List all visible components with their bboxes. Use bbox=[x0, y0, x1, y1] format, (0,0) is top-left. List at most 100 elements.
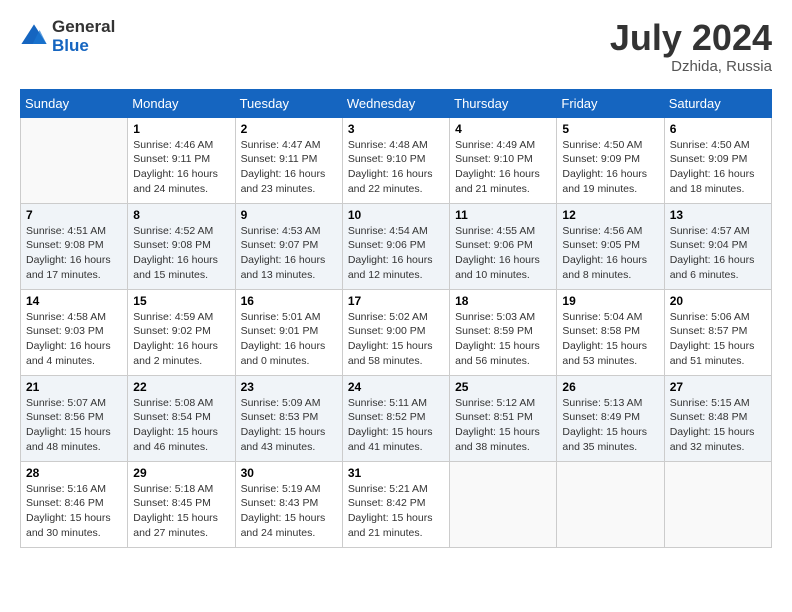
day-info: Sunrise: 4:48 AM Sunset: 9:10 PM Dayligh… bbox=[348, 138, 444, 197]
calendar-cell: 31 Sunrise: 5:21 AM Sunset: 8:42 PM Dayli… bbox=[342, 461, 449, 547]
calendar-cell: 25 Sunrise: 5:12 AM Sunset: 8:51 PM Dayli… bbox=[450, 375, 557, 461]
day-info: Sunrise: 5:19 AM Sunset: 8:43 PM Dayligh… bbox=[241, 482, 337, 541]
day-info: Sunrise: 5:01 AM Sunset: 9:01 PM Dayligh… bbox=[241, 310, 337, 369]
logo-blue: Blue bbox=[52, 37, 115, 56]
day-info: Sunrise: 4:51 AM Sunset: 9:08 PM Dayligh… bbox=[26, 224, 122, 283]
day-info: Sunrise: 5:12 AM Sunset: 8:51 PM Dayligh… bbox=[455, 396, 551, 455]
calendar: SundayMondayTuesdayWednesdayThursdayFrid… bbox=[20, 89, 772, 548]
calendar-cell: 3 Sunrise: 4:48 AM Sunset: 9:10 PM Daylig… bbox=[342, 117, 449, 203]
day-number: 24 bbox=[348, 380, 444, 394]
day-number: 10 bbox=[348, 208, 444, 222]
month-year: July 2024 bbox=[610, 18, 772, 58]
day-number: 13 bbox=[670, 208, 766, 222]
calendar-cell: 20Sunrise: 5:06 AM Sunset: 8:57 PM Dayli… bbox=[664, 289, 771, 375]
day-number: 26 bbox=[562, 380, 658, 394]
day-info: Sunrise: 4:58 AM Sunset: 9:03 PM Dayligh… bbox=[26, 310, 122, 369]
day-number: 6 bbox=[670, 122, 766, 136]
day-number: 28 bbox=[26, 466, 122, 480]
calendar-cell: 24 Sunrise: 5:11 AM Sunset: 8:52 PM Dayli… bbox=[342, 375, 449, 461]
day-number: 1 bbox=[133, 122, 229, 136]
weekday-header-thursday: Thursday bbox=[450, 89, 557, 117]
day-info: Sunrise: 4:56 AM Sunset: 9:05 PM Dayligh… bbox=[562, 224, 658, 283]
day-number: 15 bbox=[133, 294, 229, 308]
day-info: Sunrise: 4:50 AM Sunset: 9:09 PM Dayligh… bbox=[562, 138, 658, 197]
calendar-cell: 28 Sunrise: 5:16 AM Sunset: 8:46 PM Dayli… bbox=[21, 461, 128, 547]
calendar-cell bbox=[664, 461, 771, 547]
day-number: 16 bbox=[241, 294, 337, 308]
calendar-week-3: 14 Sunrise: 4:58 AM Sunset: 9:03 PM Dayli… bbox=[21, 289, 772, 375]
day-info: Sunrise: 4:50 AM Sunset: 9:09 PM Dayligh… bbox=[670, 138, 766, 197]
calendar-cell: 27Sunrise: 5:15 AM Sunset: 8:48 PM Dayli… bbox=[664, 375, 771, 461]
calendar-cell: 13 Sunrise: 4:57 AM Sunset: 9:04 PM Dayli… bbox=[664, 203, 771, 289]
day-number: 21 bbox=[26, 380, 122, 394]
day-info: Sunrise: 5:02 AM Sunset: 9:00 PM Dayligh… bbox=[348, 310, 444, 369]
calendar-header: SundayMondayTuesdayWednesdayThursdayFrid… bbox=[21, 89, 772, 117]
calendar-cell: 14 Sunrise: 4:58 AM Sunset: 9:03 PM Dayli… bbox=[21, 289, 128, 375]
day-info: Sunrise: 4:46 AM Sunset: 9:11 PM Dayligh… bbox=[133, 138, 229, 197]
day-info: Sunrise: 5:11 AM Sunset: 8:52 PM Dayligh… bbox=[348, 396, 444, 455]
day-number: 8 bbox=[133, 208, 229, 222]
day-info: Sunrise: 5:09 AM Sunset: 8:53 PM Dayligh… bbox=[241, 396, 337, 455]
day-info: Sunrise: 5:04 AM Sunset: 8:58 PM Dayligh… bbox=[562, 310, 658, 369]
day-number: 29 bbox=[133, 466, 229, 480]
logo-icon bbox=[20, 23, 48, 51]
day-number: 2 bbox=[241, 122, 337, 136]
calendar-cell: 16 Sunrise: 5:01 AM Sunset: 9:01 PM Dayli… bbox=[235, 289, 342, 375]
calendar-cell: 18Sunrise: 5:03 AM Sunset: 8:59 PM Dayli… bbox=[450, 289, 557, 375]
calendar-cell bbox=[557, 461, 664, 547]
calendar-body: 1 Sunrise: 4:46 AM Sunset: 9:11 PM Daylig… bbox=[21, 117, 772, 547]
day-number: 5 bbox=[562, 122, 658, 136]
day-number: 9 bbox=[241, 208, 337, 222]
weekday-header-wednesday: Wednesday bbox=[342, 89, 449, 117]
day-info: Sunrise: 4:54 AM Sunset: 9:06 PM Dayligh… bbox=[348, 224, 444, 283]
day-info: Sunrise: 4:47 AM Sunset: 9:11 PM Dayligh… bbox=[241, 138, 337, 197]
day-number: 23 bbox=[241, 380, 337, 394]
day-number: 14 bbox=[26, 294, 122, 308]
day-info: Sunrise: 4:49 AM Sunset: 9:10 PM Dayligh… bbox=[455, 138, 551, 197]
calendar-cell: 30 Sunrise: 5:19 AM Sunset: 8:43 PM Dayli… bbox=[235, 461, 342, 547]
location: Dzhida, Russia bbox=[610, 58, 772, 75]
calendar-cell: 1 Sunrise: 4:46 AM Sunset: 9:11 PM Daylig… bbox=[128, 117, 235, 203]
day-number: 11 bbox=[455, 208, 551, 222]
calendar-week-4: 21Sunrise: 5:07 AM Sunset: 8:56 PM Dayli… bbox=[21, 375, 772, 461]
calendar-cell: 26Sunrise: 5:13 AM Sunset: 8:49 PM Dayli… bbox=[557, 375, 664, 461]
day-number: 12 bbox=[562, 208, 658, 222]
calendar-cell: 10 Sunrise: 4:54 AM Sunset: 9:06 PM Dayli… bbox=[342, 203, 449, 289]
calendar-cell bbox=[21, 117, 128, 203]
day-number: 3 bbox=[348, 122, 444, 136]
logo-general: General bbox=[52, 18, 115, 37]
calendar-cell: 22 Sunrise: 5:08 AM Sunset: 8:54 PM Dayli… bbox=[128, 375, 235, 461]
weekday-row: SundayMondayTuesdayWednesdayThursdayFrid… bbox=[21, 89, 772, 117]
calendar-week-2: 7Sunrise: 4:51 AM Sunset: 9:08 PM Daylig… bbox=[21, 203, 772, 289]
day-number: 25 bbox=[455, 380, 551, 394]
calendar-cell: 21Sunrise: 5:07 AM Sunset: 8:56 PM Dayli… bbox=[21, 375, 128, 461]
day-info: Sunrise: 5:08 AM Sunset: 8:54 PM Dayligh… bbox=[133, 396, 229, 455]
calendar-cell: 12 Sunrise: 4:56 AM Sunset: 9:05 PM Dayli… bbox=[557, 203, 664, 289]
calendar-cell: 4 Sunrise: 4:49 AM Sunset: 9:10 PM Daylig… bbox=[450, 117, 557, 203]
day-number: 31 bbox=[348, 466, 444, 480]
calendar-cell: 2 Sunrise: 4:47 AM Sunset: 9:11 PM Daylig… bbox=[235, 117, 342, 203]
day-info: Sunrise: 5:21 AM Sunset: 8:42 PM Dayligh… bbox=[348, 482, 444, 541]
weekday-header-sunday: Sunday bbox=[21, 89, 128, 117]
calendar-cell: 8 Sunrise: 4:52 AM Sunset: 9:08 PM Daylig… bbox=[128, 203, 235, 289]
calendar-week-1: 1 Sunrise: 4:46 AM Sunset: 9:11 PM Daylig… bbox=[21, 117, 772, 203]
day-number: 30 bbox=[241, 466, 337, 480]
day-number: 18 bbox=[455, 294, 551, 308]
weekday-header-tuesday: Tuesday bbox=[235, 89, 342, 117]
weekday-header-friday: Friday bbox=[557, 89, 664, 117]
day-info: Sunrise: 4:52 AM Sunset: 9:08 PM Dayligh… bbox=[133, 224, 229, 283]
calendar-cell: 23 Sunrise: 5:09 AM Sunset: 8:53 PM Dayli… bbox=[235, 375, 342, 461]
day-number: 22 bbox=[133, 380, 229, 394]
day-number: 17 bbox=[348, 294, 444, 308]
weekday-header-saturday: Saturday bbox=[664, 89, 771, 117]
header: General Blue July 2024 Dzhida, Russia bbox=[20, 18, 772, 75]
day-info: Sunrise: 5:16 AM Sunset: 8:46 PM Dayligh… bbox=[26, 482, 122, 541]
calendar-cell: 11 Sunrise: 4:55 AM Sunset: 9:06 PM Dayli… bbox=[450, 203, 557, 289]
day-info: Sunrise: 4:59 AM Sunset: 9:02 PM Dayligh… bbox=[133, 310, 229, 369]
day-number: 4 bbox=[455, 122, 551, 136]
day-info: Sunrise: 4:57 AM Sunset: 9:04 PM Dayligh… bbox=[670, 224, 766, 283]
day-info: Sunrise: 4:55 AM Sunset: 9:06 PM Dayligh… bbox=[455, 224, 551, 283]
day-number: 20 bbox=[670, 294, 766, 308]
day-number: 27 bbox=[670, 380, 766, 394]
calendar-cell: 7Sunrise: 4:51 AM Sunset: 9:08 PM Daylig… bbox=[21, 203, 128, 289]
